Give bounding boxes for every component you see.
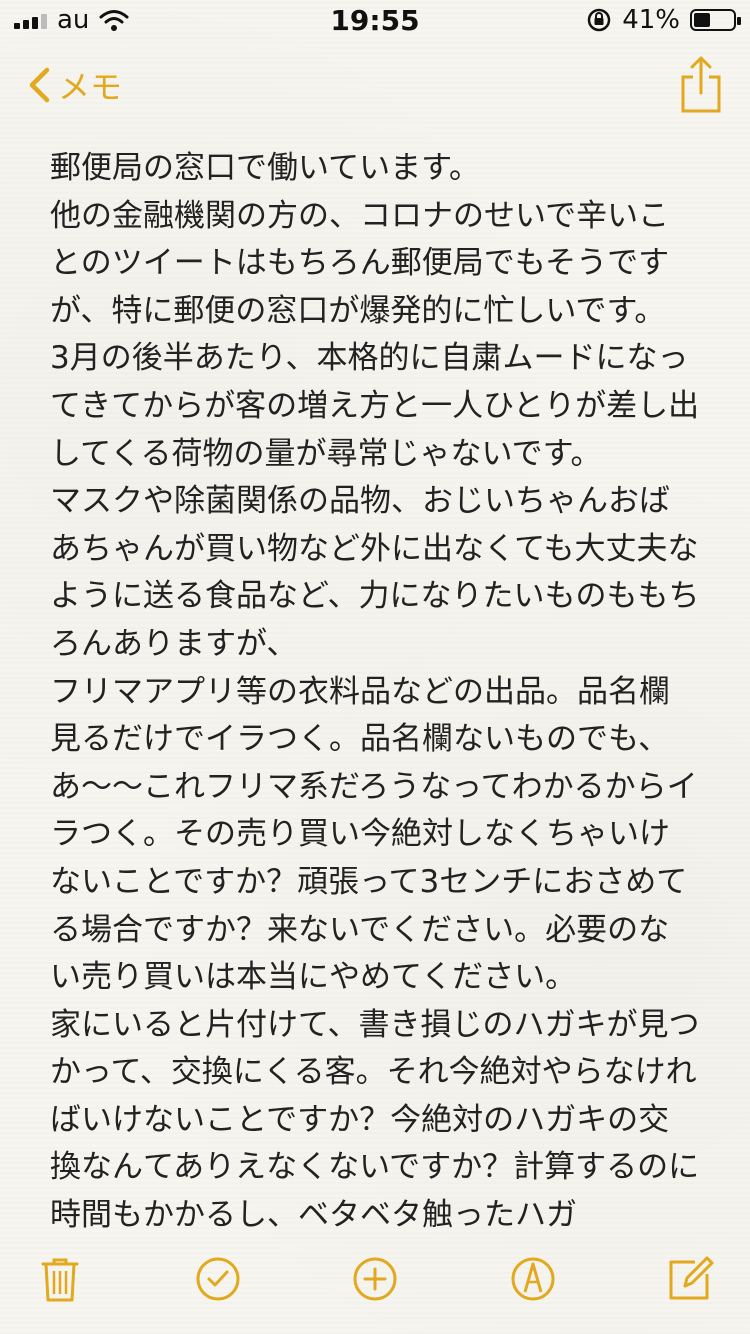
compose-button[interactable] [660,1249,720,1309]
bottom-toolbar [0,1244,750,1314]
carrier-label: au [57,5,90,35]
note-body[interactable]: 郵便局の窓口で働いています。 他の金融機関の方の、コロナのせいで辛いことのツイー… [50,145,700,1240]
checklist-button[interactable] [188,1249,248,1309]
battery-icon [690,9,741,31]
rotation-lock-icon [587,8,611,32]
chevron-left-icon [29,67,50,103]
markup-button[interactable] [503,1249,563,1309]
status-bar: au 19:55 41% [0,0,750,40]
battery-fill [694,13,710,27]
markup-icon [511,1257,554,1301]
back-button[interactable]: メモ [26,62,122,108]
nav-bar: メモ [0,50,750,120]
add-icon [353,1257,397,1301]
share-icon[interactable] [678,55,724,115]
wifi-icon [99,10,129,31]
compose-icon [669,1256,714,1300]
back-label: メモ [58,68,123,106]
status-right: 41% [586,5,741,35]
checklist-icon [196,1257,239,1301]
signal-icon [14,11,47,29]
delete-button[interactable] [30,1249,90,1309]
battery-percent: 41% [622,5,680,35]
status-left: au [14,5,129,35]
add-button[interactable] [345,1249,405,1309]
trash-icon [41,1258,79,1302]
